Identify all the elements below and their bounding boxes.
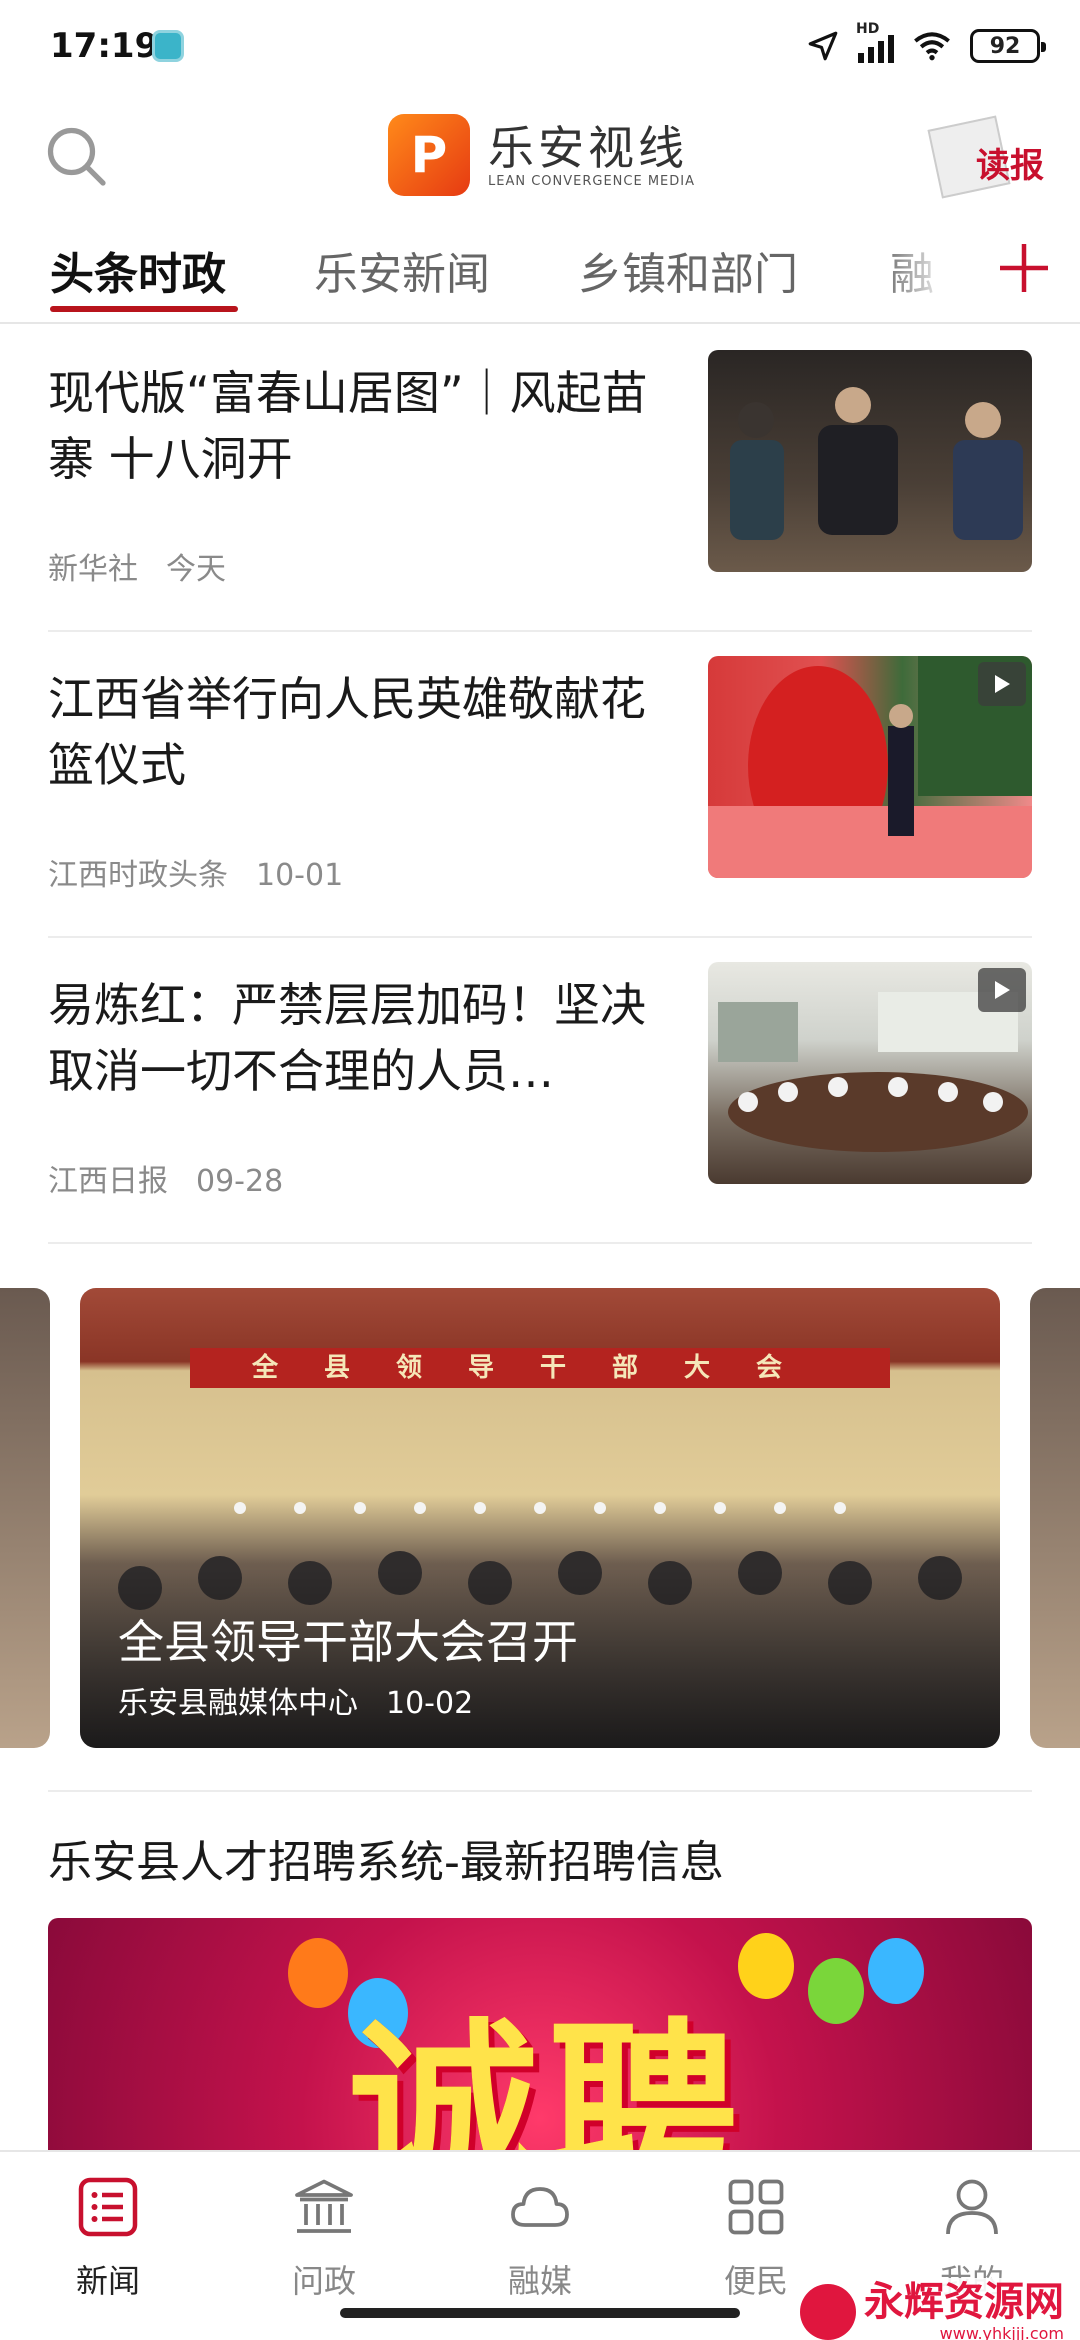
section-divider [48,1790,1032,1792]
news-item[interactable]: 江西省举行向人民英雄敬献花篮仪式 江西时政头条 10-01 [48,632,1032,938]
user-profile-icon [946,2179,998,2235]
nav-inquiry[interactable]: 问政 [244,2174,404,2302]
slide-source: 乐安县融媒体中心 [118,1686,358,1721]
category-tabs: 头条时政 乐安新闻 乡镇和部门 融 [0,216,1080,324]
news-thumbnail [708,656,1032,878]
news-meta: 江西日报 09-28 [48,1156,283,1200]
news-title: 现代版“富春山居图”｜风起苗寨 十八洞开 [48,366,648,486]
news-source: 江西日报 [48,1164,168,1199]
app-logo: P 乐安视线 LEAN CONVERGENCE MEDIA [388,114,695,196]
logo-text: 乐安视线 LEAN CONVERGENCE MEDIA [488,122,695,189]
status-indicators: HD 92 [806,21,1046,66]
watermark-url: www.yhkjjj.com [939,2324,1064,2340]
balloon-decoration [868,1938,924,2004]
notification-app-icon [152,30,184,62]
recruit-banner[interactable]: 诚聘 [48,1918,1032,2168]
news-item[interactable]: 现代版“富春山居图”｜风起苗寨 十八洞开 新华社 今天 [48,326,1032,632]
slide-date: 10-02 [386,1686,474,1721]
home-indicator[interactable] [340,2308,740,2318]
location-arrow-icon [808,31,838,61]
recruit-banner-text: 诚聘 [348,2002,749,2168]
wifi-icon [914,32,950,61]
news-date: 09-28 [196,1164,284,1199]
tab-towns-departments[interactable]: 乡镇和部门 [578,238,798,302]
news-list-icon [78,2177,138,2237]
active-tab-indicator [50,306,238,312]
news-thumbnail [708,350,1032,572]
nav-media[interactable]: 融媒 [460,2174,620,2302]
tab-local-news[interactable]: 乐安新闻 [314,238,490,302]
video-play-icon [978,968,1026,1012]
nav-label: 融媒 [507,2262,572,2300]
cloud-icon [511,2187,569,2227]
slide-title: 全县领导干部大会召开 [118,1615,578,1669]
slide-meta: 乐安县融媒体中心 10-02 [118,1678,473,1722]
status-bar: 17:19 HD 92 [0,0,1080,96]
watermark-logo-icon [800,2283,856,2340]
news-source: 新华社 [48,552,138,587]
battery-indicator: 92 [970,29,1046,63]
government-building-icon [295,2179,353,2233]
battery-level: 92 [989,33,1021,59]
watermark-text-group: 永辉资源网 www.yhkjjj.com [864,2280,1064,2340]
recruit-section-title[interactable]: 乐安县人才招聘系统-最新招聘信息 [48,1826,724,1890]
news-title: 江西省举行向人民英雄敬献花篮仪式 [48,672,646,792]
news-date: 10-01 [256,858,344,893]
add-tab-icon[interactable] [994,238,1054,298]
balloon-decoration [288,1938,348,2008]
logo-mark-icon: P [388,114,470,196]
read-newspaper-button[interactable]: 读报 [927,115,1044,199]
app-subtitle: LEAN CONVERGENCE MEDIA [488,173,695,189]
news-thumbnail [708,962,1032,1184]
read-newspaper-label: 读报 [976,146,1044,186]
balloon-decoration [808,1958,864,2024]
status-time: 17:19 [50,26,159,66]
search-icon[interactable] [40,120,112,192]
news-source: 江西时政头条 [48,858,228,893]
tab-fade [880,216,980,320]
watermark: 永辉资源网 www.yhkjjj.com [794,2278,1070,2340]
news-meta: 新华社 今天 [48,544,226,588]
app-name: 乐安视线 [488,120,688,175]
news-title: 易炼红：严禁层层加码！坚决取消一切不合理的人员… [48,978,646,1098]
carousel-prev-slide[interactable] [0,1288,50,1748]
news-item[interactable]: 易炼红：严禁层层加码！坚决取消一切不合理的人员… 江西日报 09-28 [48,938,1032,1244]
video-play-icon [978,662,1026,706]
featured-carousel[interactable]: 全县领导干部大会 全县领导干部大会召开 乐安县融媒体中心 10-02 [0,1288,1080,1748]
watermark-name: 永辉资源网 [864,2279,1064,2325]
tab-headlines[interactable]: 头条时政 [50,238,226,302]
carousel-next-slide[interactable] [1030,1288,1080,1748]
nav-label: 问政 [291,2262,356,2300]
grid-apps-icon [728,2179,784,2235]
nav-label: 新闻 [75,2262,140,2300]
news-meta: 江西时政头条 10-01 [48,850,343,894]
nav-news[interactable]: 新闻 [28,2174,188,2302]
news-date: 今天 [166,552,226,587]
carousel-slide[interactable]: 全县领导干部大会 全县领导干部大会召开 乐安县融媒体中心 10-02 [80,1288,1000,1748]
cell-signal-icon: HD [856,21,894,63]
network-type-label: HD [856,21,880,37]
app-header: P 乐安视线 LEAN CONVERGENCE MEDIA 读报 [0,96,1080,216]
